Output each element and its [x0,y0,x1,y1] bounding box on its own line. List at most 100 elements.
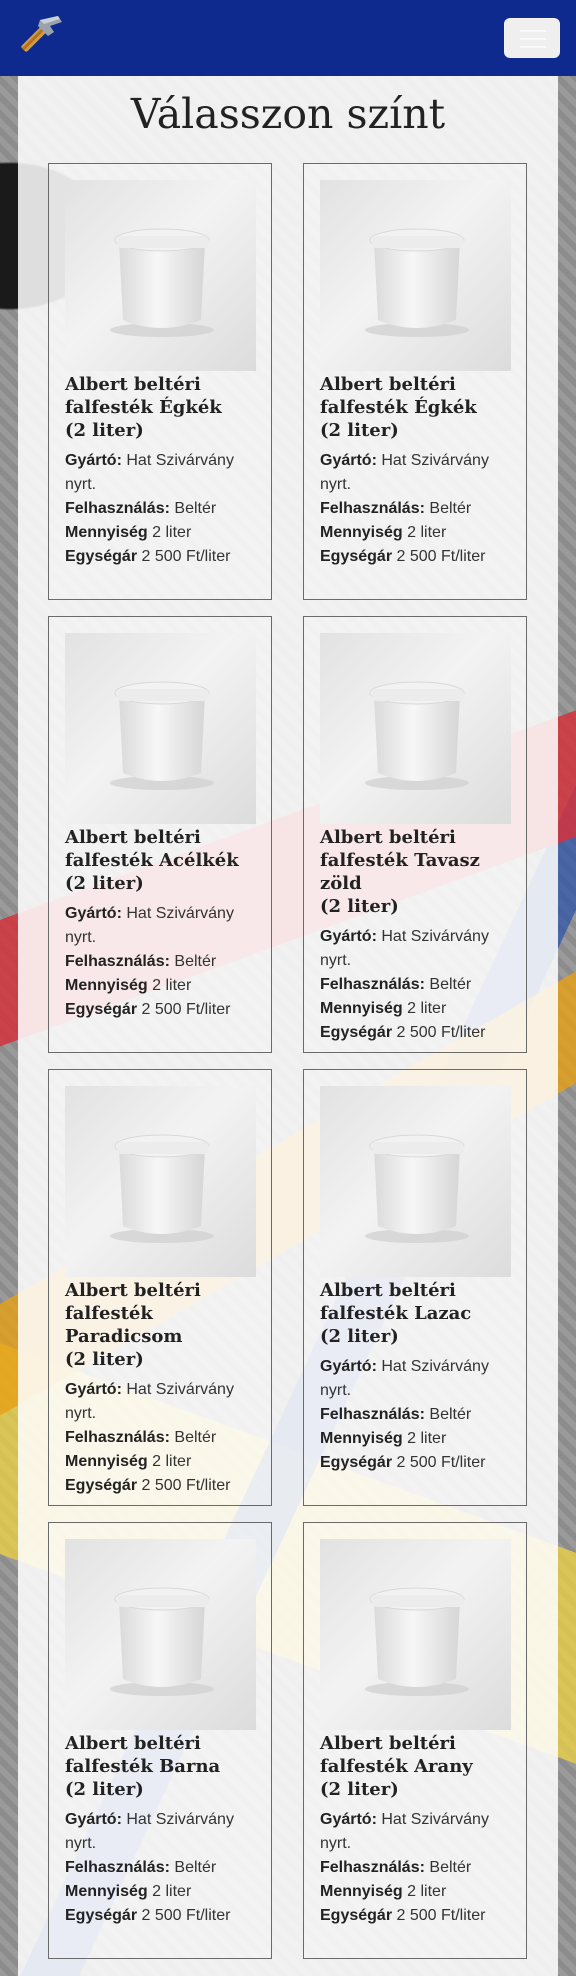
product-name-l1: Albert beltéri [65,1733,201,1754]
label-mennyiseg: Mennyiség [65,524,148,541]
product-card[interactable]: Albert beltéri falfesték Égkék (2 liter)… [48,163,272,600]
product-name-l1: Albert beltéri [320,827,456,848]
paint-bucket-image [365,228,469,337]
product-card[interactable]: Albert beltéri falfesték Arany (2 liter)… [303,1522,527,1959]
manufacturer-row: Gyártó: Hat Szivárvány nyrt. [65,902,255,950]
product-name-l1: Albert beltéri [65,1280,201,1301]
label-mennyiseg: Mennyiség [65,977,148,994]
product-specs: Gyártó: Hat Szivárvány nyrt. Felhasználás… [65,1808,255,1928]
label-egysegar: Egységár [65,1001,138,1018]
product-quantity: 2 liter [407,1430,447,1447]
unit-price-row: Egységár 2 500 Ft/liter [65,1474,255,1498]
product-unit-price: 2 500 Ft/liter [396,1907,486,1924]
usage-row: Felhasználás: Beltér [320,1856,510,1880]
product-manufacturer-l2: nyrt. [320,1835,352,1852]
product-manufacturer-l2: nyrt. [65,476,97,493]
quantity-row: Mennyiség 2 liter [65,1450,255,1474]
product-card[interactable]: Albert beltéri falfesték Égkék (2 liter)… [303,163,527,600]
hamburger-menu-icon [520,30,546,32]
label-gyarto: Gyártó: [65,452,122,469]
product-name: Albert beltéri falfesték Égkék (2 liter) [320,373,510,442]
product-card[interactable]: Albert beltéri falfesték Barna (2 liter)… [48,1522,272,1959]
label-egysegar: Egységár [65,548,138,565]
navbar [0,0,576,76]
unit-price-row: Egységár 2 500 Ft/liter [320,1904,510,1928]
product-name-l3: (2 liter) [320,1326,399,1347]
product-unit-price: 2 500 Ft/liter [396,548,486,565]
product-quantity: 2 liter [152,1883,192,1900]
product-manufacturer-l1: Hat Szivárvány [126,905,234,922]
paint-bucket-image [110,228,214,337]
paint-bucket-image [365,1134,469,1243]
label-felhasznalas: Felhasználás: [65,500,170,517]
product-name-l1: Albert beltéri [320,1280,456,1301]
product-name-l3: (2 liter) [65,1349,144,1370]
product-manufacturer-l1: Hat Szivárvány [126,1811,234,1828]
label-egysegar: Egységár [320,1024,393,1041]
product-manufacturer-l2: nyrt. [65,1405,97,1422]
product-specs: Gyártó: Hat Szivárvány nyrt. Felhasználás… [320,1355,510,1475]
product-card[interactable]: Albert beltéri falfesték Tavasz zöld (2 … [303,616,527,1053]
unit-price-row: Egységár 2 500 Ft/liter [65,1904,255,1928]
label-egysegar: Egységár [320,1907,393,1924]
menu-toggle-button[interactable] [504,18,560,58]
product-usage: Beltér [429,500,472,517]
product-name-l1: Albert beltéri [65,827,201,848]
paint-bucket-image [365,1587,469,1696]
product-name: Albert beltéri falfesték Égkék (2 liter) [65,373,255,442]
label-felhasznalas: Felhasználás: [320,1859,425,1876]
product-name-l2: falfesték Paradicsom [65,1303,183,1347]
quantity-row: Mennyiség 2 liter [65,521,255,545]
product-quantity: 2 liter [152,977,192,994]
product-card[interactable]: Albert beltéri falfesték Lazac (2 liter)… [303,1069,527,1506]
label-gyarto: Gyártó: [65,1381,122,1398]
paint-bucket-image [110,681,214,790]
product-usage: Beltér [174,1859,217,1876]
product-name: Albert beltéri falfesték Arany (2 liter) [320,1732,510,1801]
label-egysegar: Egységár [65,1907,138,1924]
manufacturer-row: Gyártó: Hat Szivárvány nyrt. [65,449,255,497]
brand-logo-link[interactable] [14,12,66,64]
product-usage: Beltér [174,500,217,517]
product-image [65,633,256,824]
product-unit-price: 2 500 Ft/liter [141,1001,231,1018]
quantity-row: Mennyiség 2 liter [65,974,255,998]
product-manufacturer-l1: Hat Szivárvány [126,1381,234,1398]
quantity-row: Mennyiség 2 liter [320,1427,510,1451]
product-name-l2: falfesték Tavasz zöld [320,850,480,894]
paint-bucket-image [365,681,469,790]
product-name-l2: falfesték Égkék [320,397,477,418]
manufacturer-row: Gyártó: Hat Szivárvány nyrt. [320,1355,510,1403]
product-image [320,633,511,824]
hammer-icon [21,16,62,52]
usage-row: Felhasználás: Beltér [320,1403,510,1427]
label-mennyiseg: Mennyiség [320,1000,403,1017]
product-specs: Gyártó: Hat Szivárvány nyrt. Felhasználás… [320,925,510,1045]
product-unit-price: 2 500 Ft/liter [141,1907,231,1924]
product-specs: Gyártó: Hat Szivárvány nyrt. Felhasználás… [320,1808,510,1928]
product-unit-price: 2 500 Ft/liter [141,548,231,565]
label-egysegar: Egységár [65,1477,138,1494]
unit-price-row: Egységár 2 500 Ft/liter [65,545,255,569]
product-quantity: 2 liter [407,1000,447,1017]
usage-row: Felhasználás: Beltér [320,497,510,521]
manufacturer-row: Gyártó: Hat Szivárvány nyrt. [320,1808,510,1856]
product-name-l3: (2 liter) [65,873,144,894]
quantity-row: Mennyiség 2 liter [320,1880,510,1904]
product-card[interactable]: Albert beltéri falfesték Paradicsom (2 l… [48,1069,272,1506]
label-mennyiseg: Mennyiség [320,1430,403,1447]
product-manufacturer-l1: Hat Szivárvány [381,1811,489,1828]
manufacturer-row: Gyártó: Hat Szivárvány nyrt. [320,449,510,497]
label-egysegar: Egységár [320,548,393,565]
label-gyarto: Gyártó: [65,905,122,922]
product-name-l1: Albert beltéri [320,374,456,395]
product-image [65,180,256,371]
product-name-l3: (2 liter) [65,1779,144,1800]
product-manufacturer-l1: Hat Szivárvány [381,928,489,945]
paint-bucket-image [110,1134,214,1243]
product-name-l1: Albert beltéri [65,374,201,395]
unit-price-row: Egységár 2 500 Ft/liter [320,1021,510,1045]
product-name-l2: falfesték Égkék [65,397,222,418]
product-card[interactable]: Albert beltéri falfesték Acélkék (2 lite… [48,616,272,1053]
product-unit-price: 2 500 Ft/liter [396,1024,486,1041]
